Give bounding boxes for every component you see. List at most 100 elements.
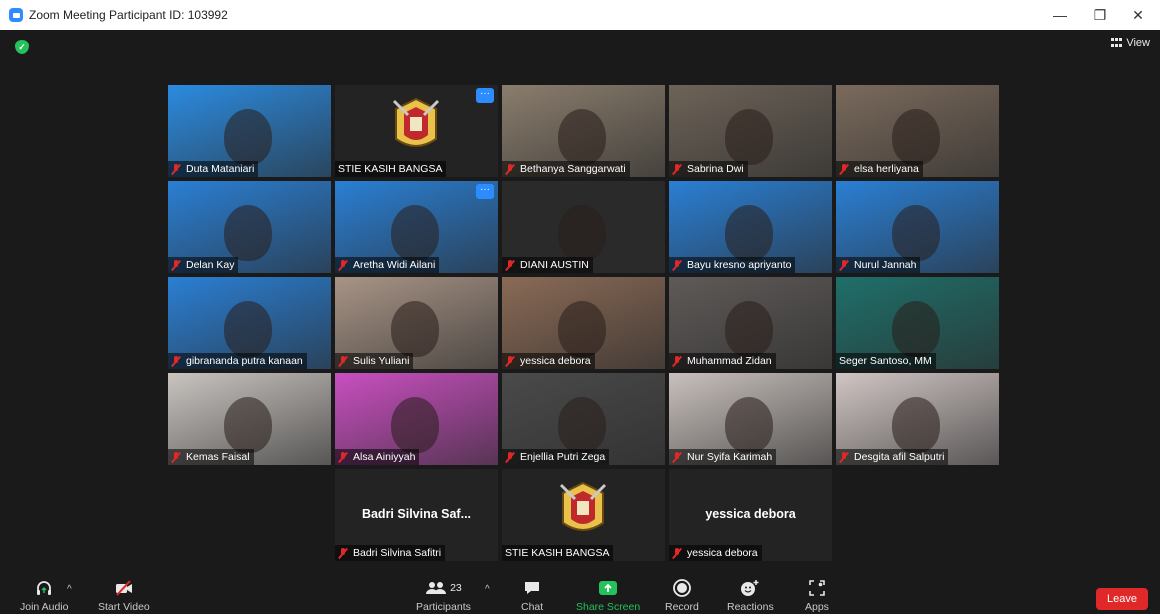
mic-muted-icon [672,163,682,175]
participant-name: STIE KASIH BANGSA [505,547,610,559]
participant-name: Enjellia Putri Zega [520,451,606,463]
participant-tile[interactable]: DIANI AUSTIN [502,181,665,273]
participant-name-bar: Sulis Yuliani [335,353,414,369]
participant-tile[interactable]: Duta Mataniari [168,85,331,177]
participant-tile[interactable]: Bayu kresno apriyanto [669,181,832,273]
mic-muted-icon [672,355,682,367]
close-button[interactable]: ✕ [1118,0,1158,30]
window-title: Zoom Meeting Participant ID: 103992 [29,8,228,22]
participant-silhouette [892,205,940,261]
join-audio-label: Join Audio [20,601,69,613]
record-button[interactable]: Record [665,578,699,613]
mic-muted-icon [171,259,181,271]
participant-tile[interactable]: Delan Kay [168,181,331,273]
participant-tile[interactable]: Sabrina Dwi [669,85,832,177]
participant-silhouette [558,301,606,357]
apps-button[interactable]: Apps [805,578,829,613]
share-screen-label: Share Screen [576,601,641,613]
participant-tile[interactable]: Kemas Faisal [168,373,331,465]
participant-name: Nurul Jannah [854,259,917,271]
participant-silhouette [391,397,439,453]
participant-name-bar: Bayu kresno apriyanto [669,257,796,273]
chat-label: Chat [521,601,544,613]
participants-options-chevron-up-icon[interactable]: ^ [485,584,490,595]
more-options-icon[interactable]: ··· [476,88,494,103]
mic-muted-icon [672,547,682,559]
participant-name: gibrananda putra kanaan [186,355,303,367]
minimize-button[interactable]: — [1040,0,1080,30]
headphones-icon [35,578,53,598]
participant-name-bar: Alsa Ainiyyah [335,449,420,465]
participant-silhouette [892,301,940,357]
restore-button[interactable]: ❐ [1080,0,1120,30]
share-screen-button[interactable]: Share Screen [576,578,640,613]
participant-name: Bayu kresno apriyanto [687,259,792,271]
zoom-app-icon [9,8,23,22]
participant-tile[interactable]: elsa herliyana [836,85,999,177]
participant-tile[interactable]: yessica debora [502,277,665,369]
start-video-button[interactable]: Start Video [98,578,150,613]
participant-silhouette [725,397,773,453]
participant-name-bar: Bethanya Sanggarwati [502,161,630,177]
participant-tile[interactable]: Nur Syifa Karimah [669,373,832,465]
participant-tile[interactable]: Muhammad Zidan [669,277,832,369]
participant-silhouette [558,109,606,165]
participant-silhouette [725,301,773,357]
apps-label: Apps [805,601,829,613]
participant-tile[interactable]: ··· Aretha Widi Ailani [335,181,498,273]
participant-name-bar: Aretha Widi Ailani [335,257,440,273]
meeting-toolbar: Join Audio ^ Start Video 23 Participants… [0,576,1160,614]
participant-name-bar: Kemas Faisal [168,449,254,465]
participant-name-bar: STIE KASIH BANGSA [502,545,614,561]
participants-label: Participants [416,601,471,613]
participant-silhouette [224,397,272,453]
participants-icon: 23 [425,578,462,598]
participant-silhouette [725,205,773,261]
reactions-button[interactable]: Reactions [727,578,774,613]
participant-name-bar: yessica debora [669,545,762,561]
participant-name: Seger Santoso, MM [839,355,932,367]
record-icon [673,578,691,598]
participant-tile[interactable]: Nurul Jannah [836,181,999,273]
participant-tile[interactable]: Alsa Ainiyyah [335,373,498,465]
participant-name-bar: gibrananda putra kanaan [168,353,307,369]
mic-muted-icon [672,451,682,463]
participant-name-bar: Nurul Jannah [836,257,921,273]
participant-tile[interactable]: Enjellia Putri Zega [502,373,665,465]
mic-muted-icon [171,451,181,463]
chat-button[interactable]: Chat [521,578,543,613]
participant-tile[interactable]: Sulis Yuliani [335,277,498,369]
participant-tile[interactable]: Seger Santoso, MM [836,277,999,369]
participant-tile[interactable]: Badri Silvina Saf... Badri Silvina Safitr… [335,469,498,561]
mic-muted-icon [171,355,181,367]
participant-name-bar: Sabrina Dwi [669,161,748,177]
participant-name-bar: elsa herliyana [836,161,923,177]
participant-name: Delan Kay [186,259,235,271]
join-audio-button[interactable]: Join Audio [20,578,68,613]
leave-button[interactable]: Leave [1096,588,1148,610]
participant-tile[interactable]: gibrananda putra kanaan [168,277,331,369]
participant-silhouette [391,301,439,357]
participant-name: Muhammad Zidan [687,355,772,367]
participant-name: Sabrina Dwi [687,163,744,175]
grid-icon [1111,38,1123,48]
participant-display-name: Badri Silvina Saf... [361,507,472,521]
participant-tile[interactable]: Desgita afil Salputri [836,373,999,465]
participant-name: DIANI AUSTIN [520,259,589,271]
participant-name: Nur Syifa Karimah [687,451,773,463]
participant-tile[interactable]: Bethanya Sanggarwati [502,85,665,177]
audio-options-chevron-up-icon[interactable]: ^ [67,584,72,595]
more-options-icon[interactable]: ··· [476,184,494,199]
participant-tile[interactable]: ··· STIE KASIH BANGSA [335,85,498,177]
participant-silhouette [224,301,272,357]
mic-muted-icon [338,355,348,367]
participants-button[interactable]: 23 Participants [416,578,471,613]
participant-name-bar: Nur Syifa Karimah [669,449,777,465]
view-button[interactable]: View [1111,37,1150,49]
participant-name: Alsa Ainiyyah [353,451,416,463]
participant-name-bar: Delan Kay [168,257,239,273]
participant-tile[interactable]: yessica debora yessica debora [669,469,832,561]
video-off-icon [113,578,135,598]
participant-tile[interactable]: STIE KASIH BANGSA [502,469,665,561]
participant-name: Badri Silvina Safitri [353,547,442,559]
